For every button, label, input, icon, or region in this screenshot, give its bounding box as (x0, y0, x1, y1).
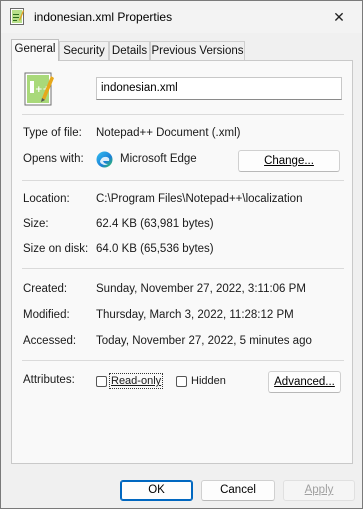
readonly-checkbox-box[interactable] (96, 375, 107, 387)
size-value: 62.4 KB (63,981 bytes) (96, 218, 214, 230)
separator (22, 114, 344, 115)
apply-button[interactable]: Apply (283, 480, 355, 501)
separator (22, 180, 344, 181)
advanced-button-label: Advanced... (274, 376, 335, 388)
separator (22, 360, 344, 361)
modified-label: Modified: (23, 309, 70, 321)
cancel-button[interactable]: Cancel (201, 480, 275, 501)
opens-with-value: Microsoft Edge (120, 153, 197, 165)
change-button-label: Change... (264, 155, 314, 167)
general-panel: ++ indonesian.xml Type of file: Notepad+… (11, 60, 353, 464)
window-title: indonesian.xml Properties (34, 10, 173, 24)
size-label: Size: (23, 218, 49, 230)
type-of-file-value: Notepad++ Document (.xml) (96, 127, 241, 139)
location-value: C:\Program Files\Notepad++\localization (96, 193, 303, 205)
attributes-label: Attributes: (23, 374, 75, 386)
tab-security[interactable]: Security (59, 41, 109, 60)
modified-value: Thursday, March 3, 2022, 11:28:12 PM (96, 309, 294, 321)
readonly-checkbox[interactable]: Read-only (96, 373, 164, 389)
notepadpp-file-icon (10, 8, 24, 25)
hidden-checkbox[interactable]: Hidden (176, 373, 226, 389)
accessed-value: Today, November 27, 2022, 5 minutes ago (96, 335, 312, 347)
created-label: Created: (23, 283, 68, 295)
file-name-input[interactable]: indonesian.xml (96, 77, 342, 100)
close-icon: ✕ (333, 8, 345, 25)
close-button[interactable]: ✕ (316, 1, 362, 33)
readonly-label: Read-only (108, 373, 164, 389)
properties-window: indonesian.xml Properties ✕ General Secu… (0, 0, 363, 509)
size-on-disk-label: Size on disk: (23, 243, 89, 255)
tab-details[interactable]: Details (109, 41, 150, 60)
apply-button-label: Apply (304, 484, 334, 496)
advanced-button[interactable]: Advanced... (268, 371, 341, 393)
opens-with-label: Opens with: (23, 153, 84, 165)
microsoft-edge-icon (96, 151, 113, 168)
tab-general[interactable]: General (11, 39, 59, 61)
separator (22, 268, 344, 269)
hidden-checkbox-box[interactable] (176, 375, 187, 387)
hidden-label: Hidden (191, 375, 226, 387)
size-on-disk-value: 64.0 KB (65,536 bytes) (96, 243, 214, 255)
title-bar[interactable]: indonesian.xml Properties ✕ (1, 1, 362, 33)
accessed-label: Accessed: (23, 335, 77, 347)
change-button[interactable]: Change... (238, 150, 340, 172)
type-of-file-label: Type of file: (23, 127, 82, 139)
ok-button[interactable]: OK (120, 480, 193, 501)
notepadpp-file-icon: ++ (24, 72, 54, 106)
created-value: Sunday, November 27, 2022, 3:11:06 PM (96, 283, 306, 295)
tab-previous-versions[interactable]: Previous Versions (150, 41, 245, 60)
location-label: Location: (23, 193, 70, 205)
